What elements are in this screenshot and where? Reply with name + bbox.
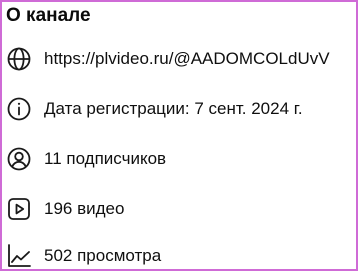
registration-date: Дата регистрации: 7 сент. 2024 г. bbox=[44, 99, 303, 118]
subscribers-row: 11 подписчиков bbox=[6, 145, 166, 173]
section-title: О канале bbox=[6, 5, 91, 26]
subscribers-count: 11 подписчиков bbox=[44, 149, 167, 168]
trend-chart-icon bbox=[6, 243, 32, 269]
channel-link[interactable]: https://plvideo.ru/@AADOMCOLdUvV bbox=[44, 47, 330, 71]
views-count: 502 просмотра bbox=[44, 246, 162, 265]
videos-row: 196 видео bbox=[6, 195, 124, 223]
videos-count: 196 видео bbox=[44, 199, 125, 218]
views-row: 502 просмотра bbox=[6, 242, 162, 269]
registration-date-row: Дата регистрации: 7 сент. 2024 г. bbox=[6, 95, 303, 123]
user-circle-icon bbox=[6, 146, 32, 172]
about-channel-panel: О канале https://plvideo.ru/@AADOMCOLdUv… bbox=[0, 0, 358, 271]
info-icon bbox=[6, 96, 32, 122]
play-square-icon bbox=[6, 196, 32, 222]
channel-link-row[interactable]: https://plvideo.ru/@AADOMCOLdUvV bbox=[6, 45, 330, 73]
globe-icon bbox=[6, 46, 32, 72]
